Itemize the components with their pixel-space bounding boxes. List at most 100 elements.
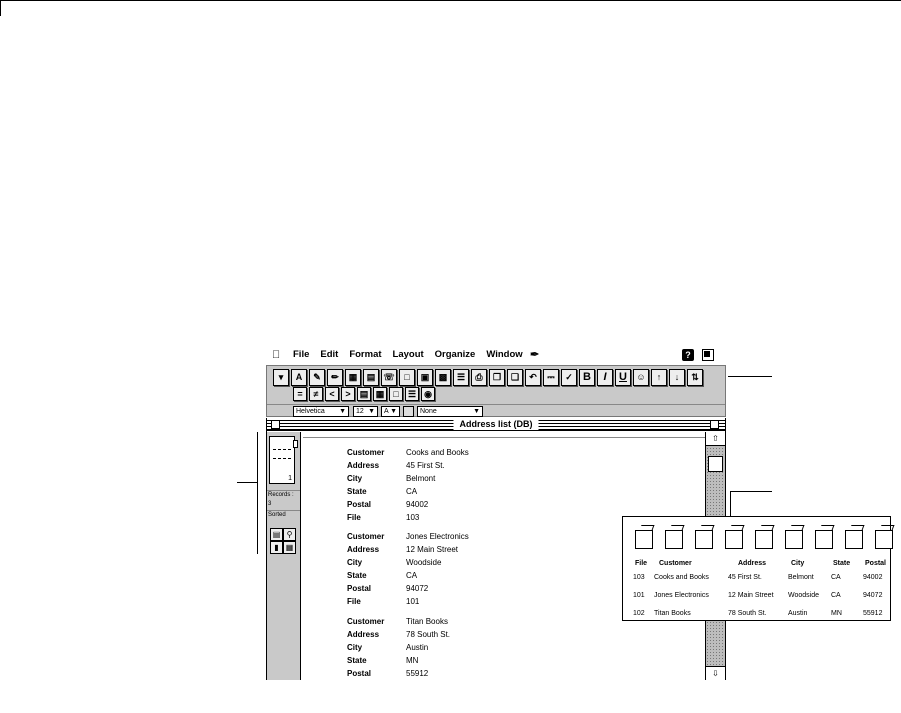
menu-file[interactable]: File <box>293 349 309 360</box>
field-value[interactable]: Jones Electronics <box>406 530 469 543</box>
field-value[interactable]: Belmont <box>406 472 435 485</box>
column-header-state[interactable]: State <box>833 557 850 571</box>
menu-window[interactable]: Window <box>486 349 522 360</box>
menu-layout[interactable]: Layout <box>393 349 424 360</box>
new-draw-icon[interactable]: ✎ <box>309 369 325 386</box>
text-color-select[interactable]: A ▼ <box>381 406 400 417</box>
copy-icon[interactable]: ❐ <box>489 369 505 386</box>
field-value[interactable]: 94072 <box>406 582 428 595</box>
document-icon[interactable] <box>635 525 656 549</box>
new-paint-icon[interactable]: ✏ <box>327 369 343 386</box>
sort-order-icon[interactable]: ⇅ <box>687 369 703 386</box>
layout-mode-icon[interactable]: ▦ <box>283 541 296 554</box>
field-value[interactable]: Austin <box>406 641 428 654</box>
duplicate-record-icon[interactable]: ▦ <box>373 387 387 401</box>
field-value[interactable]: MN <box>406 654 418 667</box>
list-view-icon[interactable]: ☰ <box>453 369 469 386</box>
clipboard-icon[interactable]: ⎓ <box>543 369 559 386</box>
field-label: Postal <box>347 500 372 509</box>
menu-organize[interactable]: Organize <box>435 349 476 360</box>
next-record-button[interactable]: > <box>341 387 355 401</box>
field-value[interactable]: 101 <box>406 595 419 608</box>
field-value[interactable]: Cooks and Books <box>406 446 469 459</box>
page-top-rule <box>0 0 901 1</box>
menu-format[interactable]: Format <box>349 349 381 360</box>
style-select[interactable]: None ▼ <box>417 406 483 417</box>
mail-merge-icon[interactable]: ▩ <box>435 369 451 386</box>
column-header-address[interactable]: Address <box>738 557 766 571</box>
scroll-up-arrow-icon[interactable]: ⇧ <box>706 432 725 446</box>
record-book-icon[interactable]: 1 <box>269 436 298 484</box>
bar-menu-button[interactable]: ▾ <box>273 369 289 386</box>
open-file-icon[interactable]: □ <box>399 369 415 386</box>
document-icon[interactable] <box>695 525 716 549</box>
close-box-icon[interactable] <box>271 420 280 429</box>
field-value[interactable]: Woodside <box>406 556 441 569</box>
column-header-customer[interactable]: Customer <box>659 557 692 571</box>
underline-button[interactable]: U <box>615 369 631 386</box>
window-title-bar[interactable]: Address list (DB) <box>267 418 725 431</box>
field-label: Address <box>347 545 380 554</box>
stylesheet-icon[interactable] <box>403 406 414 417</box>
print-icon[interactable]: ⎙ <box>471 369 487 386</box>
column-header-postal[interactable]: Postal <box>865 557 886 571</box>
globe-icon[interactable]: ◉ <box>421 387 435 401</box>
match-not-equal-button[interactable]: ≠ <box>309 387 323 401</box>
table-cell: 102 <box>633 610 645 617</box>
menu-edit[interactable]: Edit <box>320 349 338 360</box>
delete-record-icon[interactable]: □ <box>389 387 403 401</box>
spell-check-icon[interactable]: ✓ <box>561 369 577 386</box>
document-page <box>875 530 893 549</box>
report-icon[interactable]: ☰ <box>405 387 419 401</box>
help-icon[interactable]: ? <box>682 349 694 361</box>
scroll-thumb[interactable] <box>708 456 723 472</box>
document-icon[interactable] <box>875 525 896 549</box>
scroll-down-arrow-icon[interactable]: ⇩ <box>706 666 725 680</box>
document-icon[interactable] <box>755 525 776 549</box>
document-icon[interactable] <box>665 525 686 549</box>
apple-menu-icon[interactable]:  <box>272 349 280 361</box>
field-value[interactable]: 55912 <box>406 667 428 680</box>
field-value[interactable]: CA <box>406 485 417 498</box>
undo-icon[interactable]: ↶ <box>525 369 541 386</box>
previous-record-button[interactable]: < <box>325 387 339 401</box>
new-text-icon[interactable]: A <box>291 369 307 386</box>
italic-button[interactable]: I <box>597 369 613 386</box>
column-header-file[interactable]: File <box>635 557 647 571</box>
shadow-style-icon[interactable]: ☺ <box>633 369 649 386</box>
new-comm-icon[interactable]: ☏ <box>381 369 397 386</box>
document-icon[interactable] <box>815 525 836 549</box>
field-value[interactable]: 103 <box>406 511 419 524</box>
paste-icon[interactable]: ❏ <box>507 369 523 386</box>
font-name-select[interactable]: Helvetica ▼ <box>293 406 349 417</box>
new-record-icon[interactable]: ▤ <box>357 387 371 401</box>
zoom-box-icon[interactable] <box>710 420 719 429</box>
field-label: State <box>347 656 367 665</box>
menu-bar:  File Edit Format Layout Organize Windo… <box>266 348 726 364</box>
new-database-icon[interactable]: ▤ <box>363 369 379 386</box>
document-icon[interactable] <box>725 525 746 549</box>
browse-mode-icon[interactable]: ▤ <box>270 528 283 541</box>
document-icon[interactable] <box>785 525 806 549</box>
field-value[interactable]: CA <box>406 569 417 582</box>
sort-descending-icon[interactable]: ↓ <box>669 369 685 386</box>
find-mode-icon[interactable]: ⚲ <box>283 528 296 541</box>
column-header-city[interactable]: City <box>791 557 804 571</box>
bold-button[interactable]: B <box>579 369 595 386</box>
field-value[interactable]: 78 South St. <box>406 628 450 641</box>
save-file-icon[interactable]: ▣ <box>417 369 433 386</box>
script-menu-icon[interactable]: ✒ <box>530 348 539 361</box>
field-value[interactable]: 45 First St. <box>406 459 445 472</box>
field-value[interactable]: 94002 <box>406 498 428 511</box>
match-equal-button[interactable]: = <box>293 387 307 401</box>
table-cell: CA <box>831 592 841 599</box>
new-spreadsheet-icon[interactable]: ▦ <box>345 369 361 386</box>
book-tab[interactable] <box>293 440 298 448</box>
document-icon[interactable] <box>845 525 866 549</box>
app-switcher-icon[interactable] <box>702 349 714 361</box>
field-value[interactable]: Titan Books <box>406 615 448 628</box>
field-value[interactable]: 12 Main Street <box>406 543 458 556</box>
sort-ascending-icon[interactable]: ↑ <box>651 369 667 386</box>
chart-mode-icon[interactable]: ▮ <box>270 541 283 554</box>
font-size-select[interactable]: 12 ▼ <box>353 406 378 417</box>
